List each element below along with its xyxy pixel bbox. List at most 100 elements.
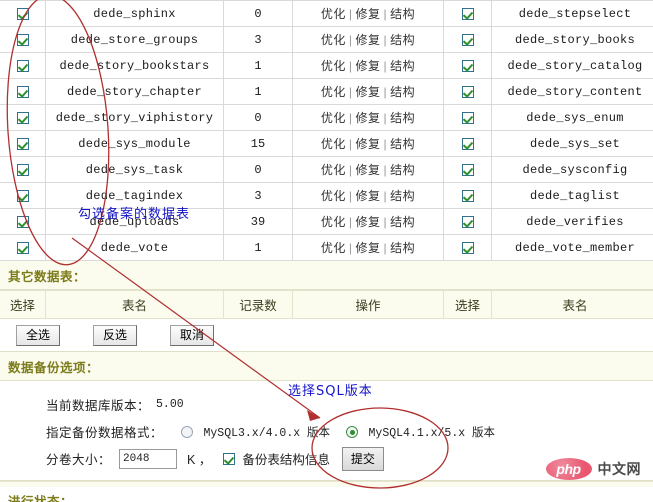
checkbox-checked-icon[interactable] — [17, 190, 29, 202]
table-name-cell-2: dede_taglist — [492, 183, 653, 209]
radio-mysql3-label: MySQL3.x/4.0.x 版本 — [204, 427, 331, 440]
backup-structure-label: 备份表结构信息 — [242, 449, 330, 468]
table-name-cell-2: dede_sys_set — [492, 131, 653, 157]
row-checkbox-cell[interactable] — [0, 209, 46, 235]
row-checkbox-cell[interactable] — [0, 157, 46, 183]
checkbox-checked-icon[interactable] — [462, 34, 474, 46]
invert-selection-button[interactable]: 反选 — [93, 325, 137, 346]
optimize-link[interactable]: 优化 — [321, 241, 346, 255]
row-checkbox-cell-2[interactable] — [444, 105, 492, 131]
optimize-link[interactable]: 优化 — [321, 137, 346, 151]
row-checkbox-cell[interactable] — [0, 105, 46, 131]
structure-link[interactable]: 结构 — [390, 7, 415, 21]
table-name-cell: dede_sys_task — [46, 157, 224, 183]
record-count-cell: 1 — [224, 235, 293, 261]
table-name-cell-2: dede_stepselect — [492, 1, 653, 27]
row-checkbox-cell-2[interactable] — [444, 131, 492, 157]
structure-link[interactable]: 结构 — [390, 163, 415, 177]
operation-separator: | — [381, 59, 391, 73]
repair-link[interactable]: 修复 — [355, 85, 380, 99]
structure-link[interactable]: 结构 — [390, 215, 415, 229]
row-checkbox-cell[interactable] — [0, 53, 46, 79]
checkbox-checked-icon[interactable] — [462, 242, 474, 254]
checkbox-checked-icon[interactable] — [462, 138, 474, 150]
repair-link[interactable]: 修复 — [355, 59, 380, 73]
repair-link[interactable]: 修复 — [355, 137, 380, 151]
checkbox-checked-icon[interactable] — [462, 60, 474, 72]
row-checkbox-cell-2[interactable] — [444, 79, 492, 105]
structure-link[interactable]: 结构 — [390, 189, 415, 203]
row-checkbox-cell-2[interactable] — [444, 27, 492, 53]
structure-link[interactable]: 结构 — [390, 85, 415, 99]
row-checkbox-cell-2[interactable] — [444, 157, 492, 183]
table-name-cell-2: dede_sysconfig — [492, 157, 653, 183]
repair-link[interactable]: 修复 — [355, 189, 380, 203]
checkbox-checked-icon[interactable] — [462, 190, 474, 202]
checkbox-checked-icon[interactable] — [17, 86, 29, 98]
backup-structure-checkbox[interactable] — [223, 453, 235, 465]
row-checkbox-cell[interactable] — [0, 183, 46, 209]
row-checkbox-cell[interactable] — [0, 235, 46, 261]
optimize-link[interactable]: 优化 — [321, 85, 346, 99]
repair-link[interactable]: 修复 — [355, 163, 380, 177]
record-count-cell: 1 — [224, 53, 293, 79]
backup-options-heading: 数据备份选项： — [0, 352, 653, 381]
table-row: dede_tagindex3优化|修复|结构dede_taglist — [0, 183, 653, 209]
radio-mysql3-option[interactable]: MySQL3.x/4.0.x 版本 — [181, 424, 330, 440]
row-checkbox-cell[interactable] — [0, 79, 46, 105]
cancel-selection-button[interactable]: 取消 — [170, 325, 214, 346]
operations-cell: 优化|修复|结构 — [293, 209, 444, 235]
checkbox-checked-icon[interactable] — [462, 112, 474, 124]
record-count-cell: 0 — [224, 105, 293, 131]
backup-options-panel: 当前数据库版本： 5.00 指定备份数据格式： MySQL3.x/4.0.x 版… — [0, 381, 653, 481]
row-checkbox-cell-2[interactable] — [444, 1, 492, 27]
row-checkbox-cell-2[interactable] — [444, 53, 492, 79]
repair-link[interactable]: 修复 — [355, 33, 380, 47]
row-checkbox-cell-2[interactable] — [444, 183, 492, 209]
checkbox-checked-icon[interactable] — [462, 86, 474, 98]
checkbox-checked-icon[interactable] — [17, 60, 29, 72]
row-checkbox-cell-2[interactable] — [444, 209, 492, 235]
checkbox-checked-icon[interactable] — [17, 216, 29, 228]
header-select-1: 选择 — [0, 291, 46, 319]
checkbox-checked-icon[interactable] — [17, 112, 29, 124]
checkbox-checked-icon[interactable] — [17, 138, 29, 150]
checkbox-checked-icon[interactable] — [462, 164, 474, 176]
row-checkbox-cell[interactable] — [0, 1, 46, 27]
repair-link[interactable]: 修复 — [355, 215, 380, 229]
other-tables-heading: 其它数据表： — [0, 261, 653, 290]
structure-link[interactable]: 结构 — [390, 59, 415, 73]
optimize-link[interactable]: 优化 — [321, 111, 346, 125]
table-row: dede_story_chapter1优化|修复|结构dede_story_co… — [0, 79, 653, 105]
checkbox-checked-icon[interactable] — [17, 242, 29, 254]
optimize-link[interactable]: 优化 — [321, 59, 346, 73]
checkbox-checked-icon[interactable] — [17, 8, 29, 20]
optimize-link[interactable]: 优化 — [321, 163, 346, 177]
optimize-link[interactable]: 优化 — [321, 215, 346, 229]
optimize-link[interactable]: 优化 — [321, 189, 346, 203]
repair-link[interactable]: 修复 — [355, 111, 380, 125]
checkbox-checked-icon[interactable] — [17, 164, 29, 176]
optimize-link[interactable]: 优化 — [321, 7, 346, 21]
repair-link[interactable]: 修复 — [355, 7, 380, 21]
volume-size-input[interactable] — [119, 449, 177, 469]
radio-mysql41-icon[interactable] — [346, 426, 358, 438]
repair-link[interactable]: 修复 — [355, 241, 380, 255]
structure-link[interactable]: 结构 — [390, 111, 415, 125]
row-checkbox-cell-2[interactable] — [444, 235, 492, 261]
row-checkbox-cell[interactable] — [0, 131, 46, 157]
structure-link[interactable]: 结构 — [390, 137, 415, 151]
radio-mysql3-icon[interactable] — [181, 426, 193, 438]
structure-link[interactable]: 结构 — [390, 33, 415, 47]
optimize-link[interactable]: 优化 — [321, 33, 346, 47]
row-checkbox-cell[interactable] — [0, 27, 46, 53]
submit-button[interactable]: 提交 — [342, 447, 384, 471]
table-row: dede_story_bookstars1优化|修复|结构dede_story_… — [0, 53, 653, 79]
select-all-button[interactable]: 全选 — [16, 325, 60, 346]
checkbox-checked-icon[interactable] — [462, 216, 474, 228]
volume-unit-label: K ， — [187, 449, 211, 468]
checkbox-checked-icon[interactable] — [17, 34, 29, 46]
checkbox-checked-icon[interactable] — [462, 8, 474, 20]
radio-mysql41-option[interactable]: MySQL4.1.x/5.x 版本 — [346, 424, 495, 440]
structure-link[interactable]: 结构 — [390, 241, 415, 255]
